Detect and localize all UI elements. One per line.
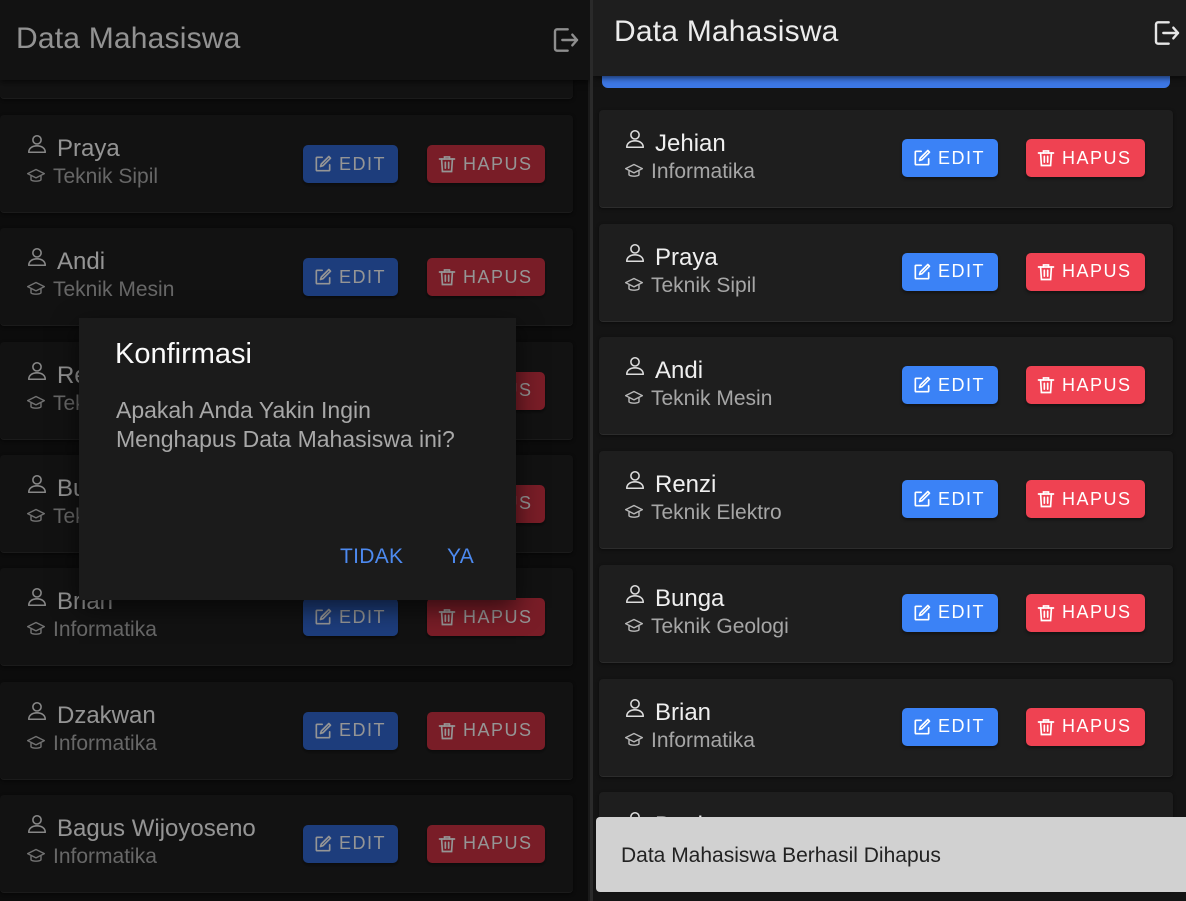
graduation-cap-icon	[624, 503, 644, 521]
edit-button[interactable]: EDIT	[902, 252, 998, 291]
student-major: Informatika	[651, 160, 755, 183]
page-title: Data Mahasiswa	[614, 15, 839, 48]
person-icon	[624, 242, 646, 264]
person-icon	[624, 355, 646, 377]
student-major: Informatika	[651, 728, 755, 752]
person-icon	[624, 697, 646, 719]
delete-label: HAPUS	[1062, 716, 1132, 736]
student-card: BungaTeknik Geologi EDIT HAPUS	[599, 564, 1173, 663]
person-icon	[624, 128, 646, 150]
student-card: Andi Teknik Mesin EDIT HAPUS	[599, 337, 1173, 436]
student-major: Teknik Geologi	[651, 614, 789, 638]
edit-button[interactable]: EDIT	[902, 593, 998, 632]
snackbar: Data Mahasiswa Berhasil Dihapus	[596, 817, 1186, 892]
confirm-dialog: Konfirmasi Apakah Anda Yakin Ingin Mengh…	[79, 318, 516, 600]
delete-label: HAPUS	[1062, 147, 1132, 168]
trash-icon	[1026, 717, 1062, 737]
student-name: Renzi	[655, 471, 717, 499]
graduation-cap-icon	[624, 162, 644, 180]
logout-icon[interactable]	[1149, 17, 1183, 49]
add-button-edge[interactable]	[602, 76, 1170, 88]
delete-button[interactable]: HAPUS	[1026, 139, 1145, 177]
edit-icon	[902, 148, 938, 168]
edit-label: EDIT	[938, 147, 986, 168]
left-screen: Data Mahasiswa Praya Teknik Sipil EDIT HAPU…	[0, 0, 590, 901]
edit-icon	[902, 375, 938, 395]
graduation-cap-icon	[624, 617, 644, 635]
edit-button[interactable]: EDIT	[902, 139, 998, 177]
student-major: Teknik Mesin	[651, 387, 773, 411]
snackbar-message: Data Mahasiswa Berhasil Dihapus	[621, 844, 941, 867]
edit-label: EDIT	[938, 716, 986, 736]
edit-label: EDIT	[938, 602, 986, 623]
student-name: Praya	[655, 243, 718, 271]
right-screen: Data Mahasiswa Jehian Informatika EDIT HAPU…	[593, 0, 1186, 901]
student-card: Jehian Informatika EDIT HAPUS	[599, 110, 1173, 208]
delete-button[interactable]: HAPUS	[1026, 366, 1145, 405]
trash-icon	[1026, 603, 1062, 623]
person-icon	[624, 469, 646, 491]
delete-button[interactable]: HAPUS	[1026, 252, 1145, 291]
student-name: Bunga	[655, 584, 725, 612]
edit-label: EDIT	[938, 488, 986, 509]
app-bar: Data Mahasiswa	[593, 0, 1186, 76]
confirm-button[interactable]: YA	[447, 545, 474, 569]
student-name: Jehian	[655, 130, 726, 157]
dialog-title: Konfirmasi	[115, 338, 252, 370]
graduation-cap-icon	[624, 389, 644, 407]
edit-button[interactable]: EDIT	[902, 366, 998, 405]
edit-icon	[902, 717, 938, 737]
edit-label: EDIT	[938, 374, 986, 395]
graduation-cap-icon	[624, 731, 644, 749]
student-name: Andi	[655, 357, 704, 385]
edit-icon	[902, 489, 938, 509]
dialog-message: Apakah Anda Yakin Ingin Menghapus Data M…	[116, 397, 455, 452]
delete-label: HAPUS	[1062, 374, 1132, 395]
student-major: Teknik Sipil	[651, 273, 757, 297]
delete-label: HAPUS	[1062, 261, 1132, 282]
edit-label: EDIT	[938, 261, 986, 282]
edit-icon	[902, 603, 938, 623]
edit-button[interactable]: EDIT	[902, 480, 998, 519]
trash-icon	[1026, 489, 1062, 509]
graduation-cap-icon	[624, 276, 644, 294]
trash-icon	[1026, 375, 1062, 395]
edit-button[interactable]: EDIT	[902, 707, 998, 746]
student-card: RenziTeknik Elektro EDIT HAPUS	[599, 451, 1173, 550]
delete-button[interactable]: HAPUS	[1026, 707, 1145, 746]
edit-icon	[902, 262, 938, 282]
trash-icon	[1026, 148, 1062, 168]
cancel-button[interactable]: TIDAK	[340, 545, 403, 569]
delete-button[interactable]: HAPUS	[1026, 593, 1145, 632]
person-icon	[624, 583, 646, 605]
delete-label: HAPUS	[1062, 488, 1132, 509]
student-card: Brian Informatika EDIT HAPUS	[599, 678, 1173, 777]
delete-label: HAPUS	[1062, 602, 1132, 623]
trash-icon	[1026, 262, 1062, 282]
delete-button[interactable]: HAPUS	[1026, 480, 1145, 519]
student-card: Praya Teknik Sipil EDIT HAPUS	[599, 223, 1173, 322]
student-major: Teknik Elektro	[651, 501, 782, 525]
student-name: Brian	[655, 698, 712, 726]
